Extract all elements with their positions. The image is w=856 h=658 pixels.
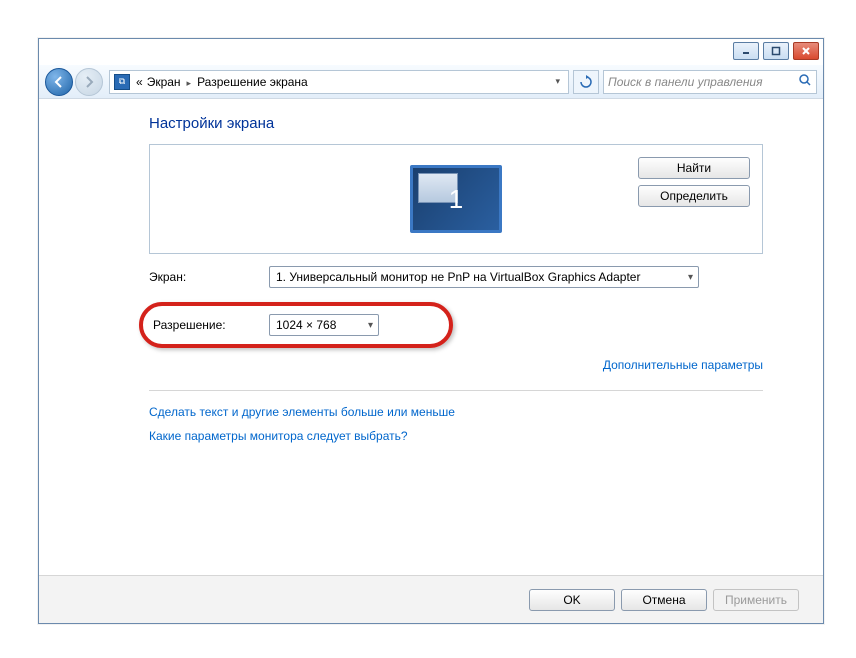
advanced-settings-link[interactable]: Дополнительные параметры (603, 358, 763, 372)
identify-button[interactable]: Определить (638, 185, 750, 207)
search-input[interactable]: Поиск в панели управления (603, 70, 817, 94)
screen-label: Экран: (149, 270, 269, 284)
refresh-button[interactable] (573, 70, 599, 94)
resolution-label: Разрешение: (153, 318, 269, 332)
monitor-thumbnail[interactable]: 1 (410, 165, 502, 233)
ok-button[interactable]: OK (529, 589, 615, 611)
minimize-button[interactable] (733, 42, 759, 60)
text-size-link[interactable]: Сделать текст и другие элементы больше и… (149, 405, 455, 419)
screen-row: Экран: 1. Универсальный монитор не PnP н… (149, 266, 763, 288)
content-area: Настройки экрана 1 Найти Определить Экра… (39, 99, 823, 575)
breadcrumb-separator (183, 75, 196, 89)
divider (149, 390, 763, 391)
back-button[interactable] (45, 68, 73, 96)
which-settings-link[interactable]: Какие параметры монитора следует выбрать… (149, 429, 408, 443)
navigation-bar: ⧉ « Экран Разрешение экрана ▾ Поиск в па… (39, 65, 823, 99)
resolution-select-value: 1024 × 768 (276, 318, 336, 332)
window-controls (733, 42, 819, 60)
apply-button[interactable]: Применить (713, 589, 799, 611)
breadcrumb-prefix: « (136, 75, 143, 89)
page-title: Настройки экрана (149, 115, 763, 132)
search-icon (798, 73, 812, 90)
footer-buttons: OK Отмена Применить (39, 575, 823, 623)
display-icon: ⧉ (114, 74, 130, 90)
maximize-button[interactable] (763, 42, 789, 60)
forward-button[interactable] (75, 68, 103, 96)
find-button[interactable]: Найти (638, 157, 750, 179)
search-placeholder: Поиск в панели управления (608, 75, 763, 89)
address-bar[interactable]: ⧉ « Экран Разрешение экрана ▾ (109, 70, 569, 94)
monitor-number: 1 (449, 184, 463, 215)
screen-select-value: 1. Универсальный монитор не PnP на Virtu… (276, 270, 640, 284)
resolution-select[interactable]: 1024 × 768 (269, 314, 379, 336)
close-button[interactable] (793, 42, 819, 60)
resolution-highlight: Разрешение: 1024 × 768 (139, 302, 453, 348)
cancel-button[interactable]: Отмена (621, 589, 707, 611)
screen-select[interactable]: 1. Универсальный монитор не PnP на Virtu… (269, 266, 699, 288)
breadcrumb-screen[interactable]: Экран (147, 75, 181, 89)
monitor-preview-panel: 1 Найти Определить (149, 144, 763, 254)
control-panel-window: ⧉ « Экран Разрешение экрана ▾ Поиск в па… (38, 38, 824, 624)
address-dropdown-icon[interactable]: ▾ (551, 76, 564, 87)
breadcrumb-resolution[interactable]: Разрешение экрана (197, 75, 308, 89)
